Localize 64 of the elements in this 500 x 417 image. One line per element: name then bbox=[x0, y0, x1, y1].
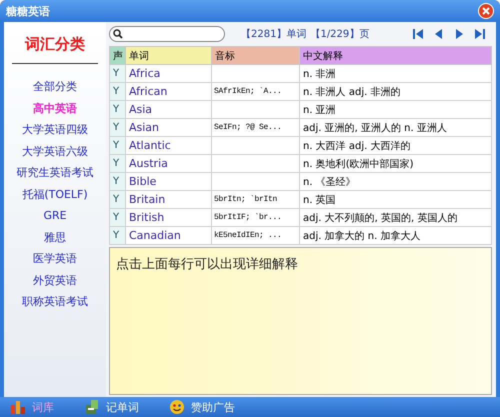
meaning-cell: n. 非洲人 adj. 非洲的 bbox=[300, 82, 492, 100]
category-item[interactable]: 医学英语 bbox=[33, 248, 77, 270]
word-cell: Africa bbox=[126, 64, 212, 82]
phonetic-cell: kE5neIdIEn; ... bbox=[212, 226, 300, 244]
smiley-icon bbox=[169, 399, 185, 415]
bar-chart-icon bbox=[10, 399, 26, 415]
sound-cell: Y bbox=[110, 154, 126, 172]
category-item[interactable]: 全部分类 bbox=[33, 76, 77, 98]
window-title: 糖糖英语 bbox=[6, 4, 50, 18]
meaning-cell: adj. 亚洲的, 亚洲人的 n. 亚洲人 bbox=[300, 118, 492, 136]
word-cell: Britain bbox=[126, 190, 212, 208]
sidebar-title: 词汇分类 bbox=[25, 34, 85, 55]
word-cell: British bbox=[126, 208, 212, 226]
category-item[interactable]: 大学英语六级 bbox=[22, 140, 88, 162]
word-cell: Atlantic bbox=[126, 136, 212, 154]
meaning-cell: n. 《圣经》 bbox=[300, 172, 492, 190]
sound-cell: Y bbox=[110, 82, 126, 100]
sound-cell: Y bbox=[110, 118, 126, 136]
bottom-tab[interactable]: 赞助广告 bbox=[169, 399, 235, 415]
last-page-icon[interactable] bbox=[472, 27, 486, 41]
notebook-icon bbox=[84, 399, 100, 415]
column-header[interactable]: 声 bbox=[110, 46, 126, 64]
word-cell: Austria bbox=[126, 154, 212, 172]
meaning-cell: n. 亚洲 bbox=[300, 100, 492, 118]
page-indicator: 【1/229】页 bbox=[310, 28, 370, 41]
category-item[interactable]: 雅思 bbox=[44, 226, 66, 248]
category-item[interactable]: 职称英语考试 bbox=[22, 291, 88, 312]
phonetic-cell: SeIFn; ?@ Se... bbox=[212, 118, 300, 136]
category-item[interactable]: 外贸英语 bbox=[33, 270, 77, 291]
detail-text: 点击上面每行可以出现详细解释 bbox=[116, 257, 298, 272]
phonetic-cell: SAfrIkEn; `A... bbox=[212, 82, 300, 100]
meaning-cell: adj. 大不列颠的, 英国的, 英国人的 bbox=[300, 208, 492, 226]
sound-cell: Y bbox=[110, 100, 126, 118]
phonetic-cell: 5brItIF; `br... bbox=[212, 208, 300, 226]
meaning-cell: adj. 加拿大的 n. 加拿大人 bbox=[300, 226, 492, 244]
word-cell: Canadian bbox=[126, 226, 212, 244]
word-cell: Asian bbox=[126, 118, 212, 136]
category-item[interactable]: 大学英语四级 bbox=[22, 119, 88, 140]
word-cell: Bible bbox=[126, 172, 212, 190]
bottom-tab[interactable]: 记单词 bbox=[84, 399, 139, 415]
search-icon bbox=[113, 29, 123, 39]
search-field[interactable] bbox=[109, 26, 225, 42]
sound-cell: Y bbox=[110, 226, 126, 244]
first-page-icon[interactable] bbox=[412, 27, 426, 41]
close-icon[interactable] bbox=[478, 3, 494, 19]
meaning-cell: n. 奥地利(欧洲中部国家) bbox=[300, 154, 492, 172]
meaning-cell: n. 非洲 bbox=[300, 64, 492, 82]
category-item[interactable]: 研究生英语考试 bbox=[16, 162, 94, 184]
word-count: 【2281】单词 bbox=[241, 28, 306, 41]
phonetic-cell: 5brItn; `brItn bbox=[212, 190, 300, 208]
category-item[interactable]: GRE bbox=[43, 205, 67, 226]
sound-cell: Y bbox=[110, 190, 126, 208]
sound-cell: Y bbox=[110, 64, 126, 82]
meaning-cell: n. 大西洋 adj. 大西洋的 bbox=[300, 136, 492, 154]
word-cell: Asia bbox=[126, 100, 212, 118]
category-item[interactable]: 托福(TOELF) bbox=[22, 184, 88, 205]
sound-cell: Y bbox=[110, 172, 126, 190]
column-header[interactable]: 中文解释 bbox=[300, 46, 492, 64]
column-header[interactable]: 音标 bbox=[212, 46, 300, 64]
meaning-cell: n. 英国 bbox=[300, 190, 492, 208]
sound-cell: Y bbox=[110, 208, 126, 226]
word-cell: African bbox=[126, 82, 212, 100]
sound-cell: Y bbox=[110, 136, 126, 154]
column-header[interactable]: 单词 bbox=[126, 46, 212, 64]
